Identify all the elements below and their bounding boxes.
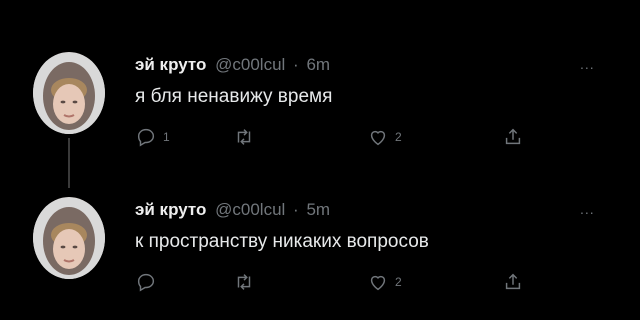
author-name[interactable]: эй круто xyxy=(135,55,206,74)
reply-count: 1 xyxy=(163,130,170,144)
tweet-header: эй круто @c00lcul · 6m xyxy=(135,55,330,75)
tweet-2[interactable]: эй круто @c00lcul · 5m ... к пространств… xyxy=(0,145,640,295)
like-count: 2 xyxy=(395,275,402,289)
reply-icon xyxy=(137,273,155,292)
avatar[interactable] xyxy=(33,52,105,134)
avatar-image xyxy=(33,52,105,134)
tweet-header: эй круто @c00lcul · 5m xyxy=(135,200,330,220)
author-name[interactable]: эй круто xyxy=(135,200,206,219)
avatar-image xyxy=(33,197,105,279)
like-button[interactable]: 2 xyxy=(367,271,402,293)
more-icon[interactable]: ... xyxy=(580,201,595,217)
author-handle[interactable]: @c00lcul xyxy=(215,55,285,74)
tweet-text: я бля ненавижу время xyxy=(135,86,333,107)
author-handle[interactable]: @c00lcul xyxy=(215,200,285,219)
share-icon xyxy=(505,273,521,290)
separator: · xyxy=(293,200,299,219)
like-icon xyxy=(370,275,386,291)
separator: · xyxy=(293,55,299,74)
retweet-icon xyxy=(237,274,251,290)
retweet-button[interactable] xyxy=(233,271,261,293)
timestamp[interactable]: 6m xyxy=(306,55,330,74)
reply-button[interactable] xyxy=(135,271,163,293)
tweet-1[interactable]: эй круто @c00lcul · 6m ... я бля ненавиж… xyxy=(0,0,640,188)
share-button[interactable] xyxy=(502,271,524,293)
more-icon[interactable]: ... xyxy=(580,56,595,72)
avatar[interactable] xyxy=(33,197,105,279)
tweet-text: к пространству никаких вопросов xyxy=(135,231,429,252)
like-count: 2 xyxy=(395,130,402,144)
tweet-actions: 2 xyxy=(135,271,535,295)
timestamp[interactable]: 5m xyxy=(306,200,330,219)
